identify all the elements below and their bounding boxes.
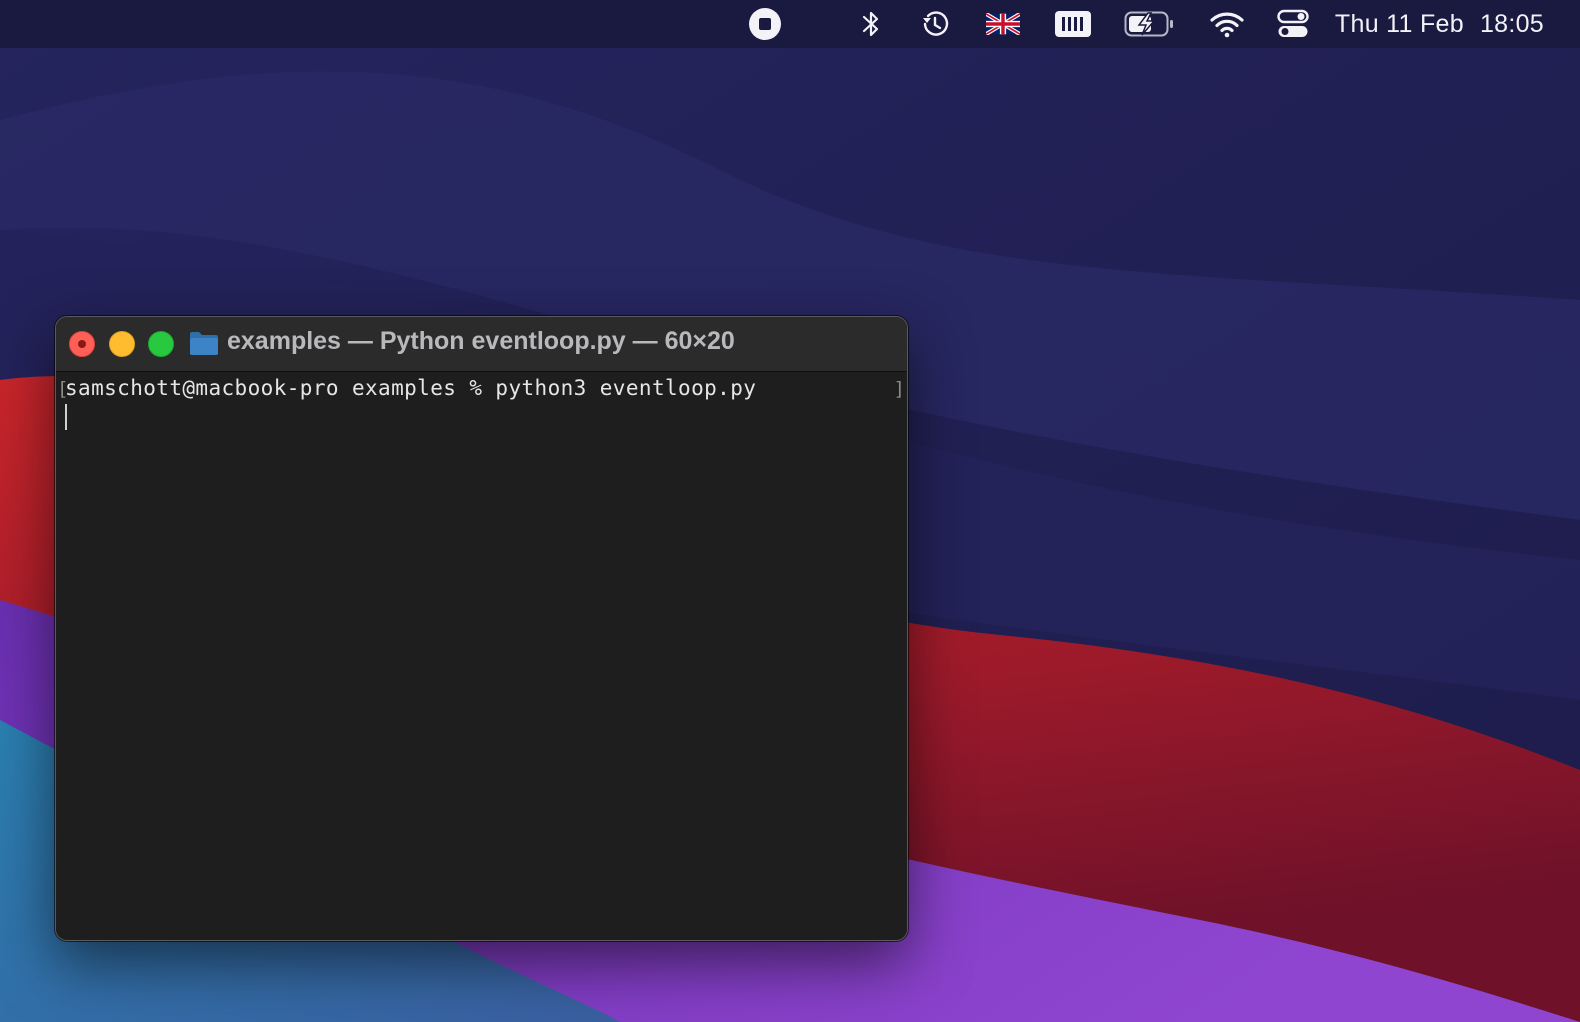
menu-bar: Thu 11 Feb 18:05 [0, 0, 1580, 48]
minimize-button[interactable] [109, 331, 135, 357]
wifi-icon[interactable] [1207, 0, 1247, 48]
close-button[interactable] [69, 331, 95, 357]
control-center-icon[interactable] [1273, 0, 1313, 48]
close-dot-icon [78, 340, 86, 348]
window-title: examples — Python eventloop.py — 60×20 [227, 327, 735, 355]
bluetooth-icon[interactable] [851, 0, 891, 48]
zoom-button[interactable] [148, 331, 174, 357]
text-cursor [65, 404, 67, 430]
menu-bar-clock[interactable]: Thu 11 Feb 18:05 [1335, 10, 1544, 39]
folder-icon [190, 332, 218, 355]
terminal-line: samschott@macbook-pro examples % python3… [65, 376, 757, 400]
clock-date: Thu 11 Feb [1334, 9, 1464, 38]
clock-time: 18:05 [1479, 9, 1544, 38]
desktop: Thu 11 Feb 18:05 examples — Python event… [0, 0, 1580, 1022]
mark-bracket-right: ] [893, 378, 905, 400]
time-machine-icon[interactable] [915, 0, 955, 48]
memory-meter-icon[interactable] [1051, 0, 1095, 48]
terminal-window[interactable]: examples — Python eventloop.py — 60×20 [… [55, 316, 908, 941]
battery-charging-icon[interactable] [1123, 0, 1177, 48]
uk-flag-input-source-icon[interactable] [983, 0, 1023, 48]
screen-recording-stop-icon[interactable] [745, 0, 785, 48]
terminal-content[interactable]: [ samschott@macbook-pro examples % pytho… [56, 372, 907, 940]
window-titlebar[interactable]: examples — Python eventloop.py — 60×20 [56, 317, 907, 372]
